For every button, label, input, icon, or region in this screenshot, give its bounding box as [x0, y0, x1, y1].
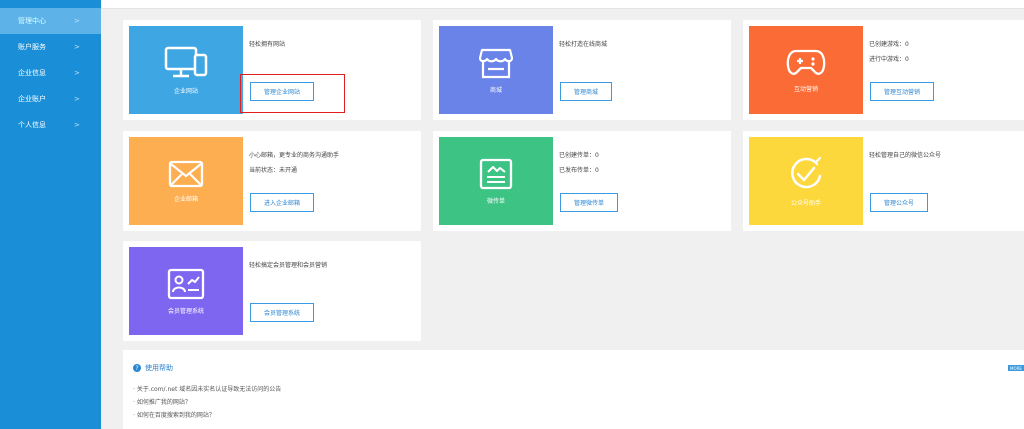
description-line: 轻松拥有网站 — [249, 41, 286, 48]
sidebar-item-account-service[interactable]: 账户服务 > — [0, 34, 101, 60]
highlight-box — [240, 74, 345, 113]
help-link-text: 如何在百度搜索到我的网站？ — [136, 412, 215, 419]
help-link[interactable]: · 如何推广我的网站？ — [133, 396, 281, 409]
description-line: 轻松管理自己的微信公众号 — [869, 152, 942, 159]
monitor-phone-icon — [164, 46, 208, 77]
card-description: 轻松管理自己的微信公众号 — [869, 148, 941, 163]
tile-label: 会员管理系统 — [167, 307, 204, 315]
sidebar-item-company-info[interactable]: 企业信息 > — [0, 60, 101, 86]
tile-label: 企业邮箱 — [173, 195, 198, 203]
description-line: 轻松打造在线商城 — [559, 41, 608, 48]
tile-label: 企业网站 — [173, 87, 198, 95]
card-description: 已创建游戏：0 进行中游戏：0 — [869, 37, 909, 67]
sidebar-item-management-center[interactable]: 管理中心 > — [0, 8, 101, 34]
mall-tile[interactable]: 商城 — [439, 26, 553, 114]
card-description: 轻松拥有网站 — [249, 37, 285, 52]
website-tile[interactable]: 企业网站 — [129, 26, 243, 114]
help-title-label: 使用帮助 — [145, 364, 173, 372]
more-link[interactable]: MORE — [1008, 365, 1024, 371]
sidebar-item-label: 企业账户 — [18, 95, 46, 103]
help-link[interactable]: · 关于.com/.net 域名因未实名认证导致无法访问的公告 — [133, 383, 281, 396]
card-official-account: 公众号助手 轻松管理自己的微信公众号 管理公众号 — [743, 131, 1024, 231]
mail-icon — [168, 160, 204, 187]
description-line: 已创建传单：0 — [559, 152, 599, 159]
sidebar-item-personal-info[interactable]: 个人信息 > — [0, 112, 101, 138]
card-description: 小心邮箱，更专业的商务沟通助手 当前状态：未开通 — [249, 148, 339, 178]
manage-official-account-button[interactable]: 管理公众号 — [870, 193, 929, 212]
card-description: 轻松搞定会员管理和会员营销 — [249, 258, 327, 273]
enter-enterprise-mail-button[interactable]: 进入企业邮箱 — [250, 193, 315, 212]
gamepad-icon — [786, 49, 826, 75]
chevron-right-icon: > — [74, 17, 80, 25]
member-card-icon — [167, 268, 205, 299]
flyer-icon — [479, 158, 513, 189]
card-interactive-marketing: 互动营销 已创建游戏：0 进行中游戏：0 管理互动营销 — [743, 20, 1024, 120]
enterprise-mail-tile[interactable]: 企业邮箱 — [129, 137, 243, 225]
help-list: · 关于.com/.net 域名因未实名认证导致无法访问的公告 · 如何推广我的… — [133, 383, 281, 422]
member-management-tile[interactable]: 会员管理系统 — [129, 247, 243, 335]
manage-micro-flyer-button[interactable]: 管理微传单 — [560, 193, 619, 212]
check-circle-icon — [791, 156, 822, 188]
chevron-right-icon: > — [74, 95, 80, 103]
chevron-right-icon: > — [74, 43, 80, 51]
tile-label: 微传单 — [486, 197, 505, 205]
manage-interactive-marketing-button[interactable]: 管理互动营销 — [870, 82, 935, 101]
card-mall: 商城 轻松打造在线商城 管理商城 — [433, 20, 731, 120]
chevron-right-icon: > — [74, 121, 80, 129]
card-member-management: 会员管理系统 轻松搞定会员管理和会员营销 会员管理系统 — [123, 241, 421, 341]
micro-flyer-tile[interactable]: 微传单 — [439, 137, 553, 225]
help-panel: ? 使用帮助 MORE · 关于.com/.net 域名因未实名认证导致无法访问… — [123, 350, 1024, 429]
tile-label: 商城 — [489, 86, 502, 94]
description-line: 小心邮箱，更专业的商务沟通助手 — [249, 152, 340, 159]
chevron-right-icon: > — [74, 69, 80, 77]
description-line: 进行中游戏：0 — [869, 56, 909, 63]
card-enterprise-mail: 企业邮箱 小心邮箱，更专业的商务沟通助手 当前状态：未开通 进入企业邮箱 — [123, 131, 421, 231]
sidebar-item-label: 企业信息 — [18, 69, 46, 77]
sidebar-item-company-account[interactable]: 企业账户 > — [0, 86, 101, 112]
card-description: 轻松打造在线商城 — [559, 37, 607, 52]
description-line: 当前状态：未开通 — [249, 167, 298, 174]
store-icon — [479, 48, 513, 78]
sidebar-item-label: 个人信息 — [18, 121, 46, 129]
interactive-marketing-tile[interactable]: 互动营销 — [749, 26, 863, 114]
manage-mall-button[interactable]: 管理商城 — [560, 82, 613, 101]
tile-label: 公众号助手 — [790, 199, 821, 207]
logo — [0, 0, 101, 8]
description-line: 已发布传单：0 — [559, 167, 599, 174]
description-line: 已创建游戏：0 — [869, 41, 909, 48]
help-title: ? 使用帮助 — [133, 363, 173, 373]
sidebar-item-label: 账户服务 — [18, 43, 46, 51]
member-management-button[interactable]: 会员管理系统 — [250, 303, 315, 322]
top-bar — [101, 0, 1024, 9]
help-link-text: 如何推广我的网站？ — [136, 399, 191, 406]
tile-label: 互动营销 — [793, 85, 818, 93]
help-link-text: 关于.com/.net 域名因未实名认证导致无法访问的公告 — [136, 386, 282, 393]
description-line: 轻松搞定会员管理和会员营销 — [249, 262, 328, 269]
help-icon: ? — [133, 364, 141, 372]
card-micro-flyer: 微传单 已创建传单：0 已发布传单：0 管理微传单 — [433, 131, 731, 231]
sidebar-item-label: 管理中心 — [18, 17, 46, 25]
help-link[interactable]: · 如何在百度搜索到我的网站？ — [133, 409, 281, 422]
card-description: 已创建传单：0 已发布传单：0 — [559, 148, 599, 178]
sidebar: 管理中心 > 账户服务 > 企业信息 > 企业账户 > 个人信息 > — [0, 0, 101, 429]
official-account-tile[interactable]: 公众号助手 — [749, 137, 863, 225]
